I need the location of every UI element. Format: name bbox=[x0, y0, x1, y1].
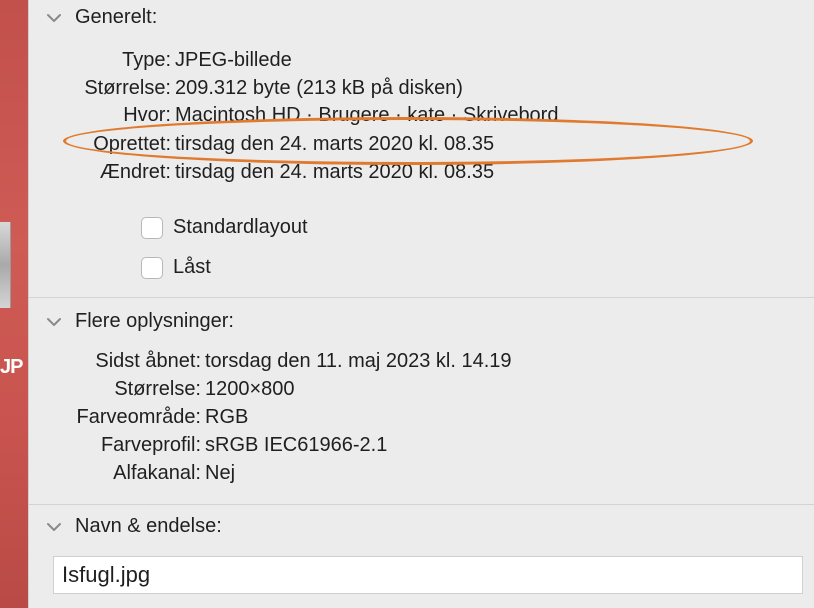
name-ext-section-toggle[interactable]: Navn & endelse: bbox=[45, 515, 222, 538]
checkbox-box[interactable] bbox=[141, 216, 163, 239]
info-value: Macintosh HD · Brugere · kate · Skrivebo… bbox=[175, 104, 559, 126]
desktop-background: JP bbox=[0, 0, 28, 608]
info-value: Nej bbox=[205, 462, 236, 484]
info-row-size: Størrelse: 209.312 byte (213 kB på diske… bbox=[29, 77, 810, 101]
name-ext-section-header: Navn & endelse: bbox=[75, 515, 222, 537]
checkbox-label: Standardlayout bbox=[173, 216, 308, 238]
info-row-type: Type: JPEG-billede bbox=[29, 49, 810, 73]
locked-checkbox[interactable]: Låst bbox=[141, 256, 211, 279]
more-info-section-toggle[interactable]: Flere oplysninger: bbox=[45, 310, 234, 333]
info-key: Farveområde: bbox=[76, 406, 202, 428]
info-panel: Generelt: Type: JPEG-billede Størrelse: … bbox=[28, 0, 814, 608]
chevron-down-icon bbox=[45, 9, 63, 27]
info-value: sRGB IEC61966-2.1 bbox=[205, 434, 388, 456]
checkbox-label: Låst bbox=[173, 256, 211, 278]
info-value: torsdag den 11. maj 2023 kl. 14.19 bbox=[205, 350, 512, 372]
info-value: RGB bbox=[205, 406, 249, 428]
info-row-color-profile: Farveprofil: sRGB IEC61966-2.1 bbox=[29, 434, 810, 458]
info-row-dimensions: Størrelse: 1200×800 bbox=[29, 378, 810, 402]
standard-layout-checkbox[interactable]: Standardlayout bbox=[141, 216, 308, 239]
info-key: Oprettet: bbox=[93, 133, 171, 155]
checkbox-box[interactable] bbox=[141, 256, 163, 279]
more-info-section-header: Flere oplysninger: bbox=[75, 310, 234, 332]
info-key: Hvor: bbox=[123, 104, 171, 126]
info-key: Alfakanal: bbox=[113, 462, 201, 484]
file-thumbnail[interactable] bbox=[0, 222, 11, 308]
info-key: Sidst åbnet: bbox=[95, 350, 201, 372]
info-key: Type: bbox=[122, 49, 171, 71]
chevron-down-icon bbox=[45, 518, 63, 536]
info-value: 209.312 byte (213 kB på disken) bbox=[175, 77, 463, 99]
section-divider bbox=[29, 297, 814, 298]
info-row-created: Oprettet: tirsdag den 24. marts 2020 kl.… bbox=[29, 133, 810, 157]
general-section-header: Generelt: bbox=[75, 6, 158, 28]
info-row-where: Hvor: Macintosh HD · Brugere · kate · Sk… bbox=[29, 104, 810, 128]
file-name-input[interactable] bbox=[53, 556, 803, 594]
file-label-fragment: JP bbox=[0, 356, 23, 378]
info-value: JPEG-billede bbox=[175, 49, 292, 71]
info-row-last-opened: Sidst åbnet: torsdag den 11. maj 2023 kl… bbox=[29, 350, 810, 374]
general-section-toggle[interactable]: Generelt: bbox=[45, 6, 157, 29]
info-value: 1200×800 bbox=[205, 378, 295, 400]
info-key: Størrelse: bbox=[84, 77, 171, 99]
info-value: tirsdag den 24. marts 2020 kl. 08.35 bbox=[175, 161, 495, 183]
section-divider bbox=[29, 504, 814, 505]
info-key: Størrelse: bbox=[114, 378, 201, 400]
info-key: Ændret: bbox=[99, 161, 171, 183]
info-row-color-space: Farveområde: RGB bbox=[29, 406, 810, 430]
info-value: tirsdag den 24. marts 2020 kl. 08.35 bbox=[175, 133, 495, 155]
info-row-alpha-channel: Alfakanal: Nej bbox=[29, 462, 810, 486]
info-row-modified: Ændret: tirsdag den 24. marts 2020 kl. 0… bbox=[29, 161, 810, 185]
chevron-down-icon bbox=[45, 313, 63, 331]
info-key: Farveprofil: bbox=[100, 434, 201, 456]
